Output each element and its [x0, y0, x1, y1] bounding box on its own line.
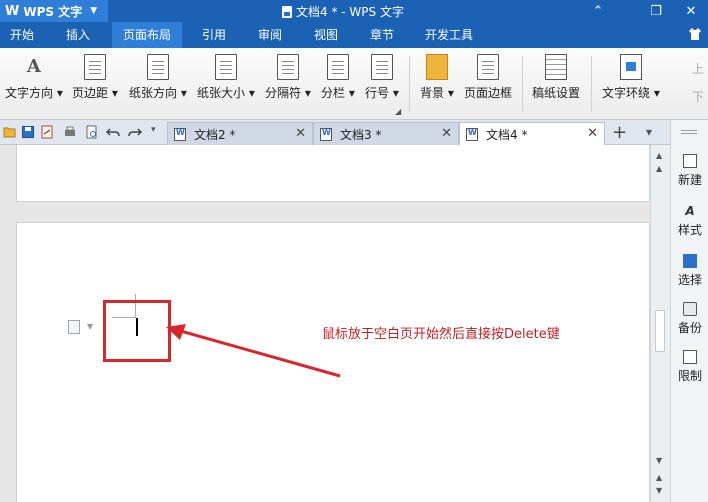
close-window-button[interactable]: ✕ [674, 0, 708, 22]
tab-start[interactable]: 开始 [0, 22, 44, 48]
scroll-up-icon[interactable]: ▲ [656, 151, 662, 160]
close-tab-icon[interactable]: ✕ [587, 126, 598, 141]
ribbon-divider [409, 56, 410, 112]
tab-review[interactable]: 审阅 [248, 22, 292, 48]
text-direction-icon [23, 54, 45, 80]
columns-button[interactable]: 分栏 ▾ [321, 54, 355, 101]
margins-icon [83, 54, 106, 80]
breaks-button[interactable]: 分隔符 ▾ [265, 54, 311, 101]
page-border-button[interactable]: 页面边框 [464, 54, 512, 101]
text-wrap-button[interactable]: 文字环绕 ▾ [602, 54, 660, 101]
ribbon-divider [522, 56, 523, 112]
paragraph-layout-icon[interactable] [68, 320, 80, 334]
task-pane: 新建 A 样式 选择 备份 限制 [670, 120, 708, 502]
paper-size-button[interactable]: 纸张大小 ▾ [197, 54, 255, 101]
app-menu-label: WPS 文字 [23, 4, 83, 19]
title-bar: W WPS 文字 ▼ 文档4 * - WPS 文字 ⌃ ❐ ✕ [0, 0, 708, 22]
styles-icon: A [685, 204, 695, 218]
task-styles-button[interactable]: A 样式 [671, 204, 708, 238]
task-select-button[interactable]: 选择 [671, 254, 708, 288]
previous-page[interactable] [16, 145, 650, 202]
restore-button[interactable]: ❐ [639, 0, 673, 22]
document-tab-bar: ▾ 文档2 * ✕ 文档3 * ✕ 文档4 * ✕ + ▾ [0, 120, 670, 145]
manuscript-button[interactable]: 稿纸设置 [532, 54, 580, 101]
next-page-icon[interactable]: ▼ [656, 486, 662, 495]
background-icon [425, 54, 448, 80]
close-tab-icon[interactable]: ✕ [295, 126, 306, 141]
columns-icon [326, 54, 349, 80]
wps-app-menu[interactable]: W WPS 文字 ▼ [0, 0, 108, 22]
close-tab-icon[interactable]: ✕ [441, 126, 452, 141]
scroll-down-icon[interactable]: ▼ [656, 456, 662, 465]
tab-list-menu-icon[interactable]: ▾ [646, 125, 652, 139]
scrollbar-thumb[interactable] [655, 310, 665, 352]
scroll-up-small-icon[interactable]: ▲ [656, 164, 662, 173]
orientation-icon [146, 54, 169, 80]
orientation-button[interactable]: 纸张方向 ▾ [129, 54, 187, 101]
document-icon [282, 5, 292, 18]
task-new-button[interactable]: 新建 [671, 154, 708, 188]
save-icon[interactable] [21, 125, 35, 139]
open-folder-icon[interactable] [3, 125, 17, 139]
ribbon-divider [591, 56, 592, 112]
window-title: 文档4 * - WPS 文字 [282, 3, 404, 20]
pane-handle-icon[interactable] [681, 130, 697, 131]
word-doc-icon [174, 127, 186, 141]
task-backup-button[interactable]: 备份 [671, 302, 708, 336]
customize-toolbar-chevron-icon[interactable]: ▾ [151, 125, 156, 135]
vertical-scrollbar[interactable]: ▲ ▲ ▼ ▲ ▼ [650, 145, 670, 502]
prev-page-icon[interactable]: ▲ [656, 473, 662, 482]
doc-tab-4[interactable]: 文档4 * ✕ [459, 122, 605, 145]
tab-references[interactable]: 引用 [192, 22, 236, 48]
chevron-down-icon[interactable]: ▼ [87, 322, 93, 331]
task-restrict-button[interactable]: 限制 [671, 350, 708, 384]
line-numbers-button[interactable]: 行号 ▾ [365, 54, 399, 101]
paper-size-icon [214, 54, 237, 80]
select-icon [683, 254, 697, 268]
word-doc-icon [320, 127, 332, 141]
new-document-icon [683, 154, 697, 168]
chevron-down-icon: ▼ [90, 6, 98, 16]
word-doc-icon [466, 127, 478, 141]
ribbon: 文字方向 ▾ 页边距 ▾ 纸张方向 ▾ 纸张大小 ▾ 分隔符 ▾ 分栏 ▾ 行号… [0, 48, 708, 120]
wps-logo-icon: W [5, 3, 20, 19]
export-pdf-icon[interactable] [40, 125, 54, 139]
background-button[interactable]: 背景 ▾ [420, 54, 454, 101]
breaks-icon [276, 54, 299, 80]
manuscript-icon [545, 54, 567, 80]
line-numbers-icon [370, 54, 393, 80]
backup-icon [683, 302, 697, 316]
doc-tab-2[interactable]: 文档2 * ✕ [167, 122, 313, 145]
annotation-text: 鼠标放于空白页开始然后直接按Delete键 [322, 327, 560, 342]
tab-insert[interactable]: 插入 [56, 22, 100, 48]
minimize-button[interactable]: ⌃ [581, 0, 615, 22]
text-wrap-icon [619, 54, 642, 80]
new-tab-plus-icon[interactable]: + [612, 122, 627, 143]
tab-chapter[interactable]: 章节 [360, 22, 404, 48]
restrict-icon [683, 350, 697, 364]
tab-developer[interactable]: 开发工具 [416, 22, 482, 48]
tab-view[interactable]: 视图 [304, 22, 348, 48]
text-direction-button[interactable]: 文字方向 ▾ [5, 54, 63, 101]
page-setup-launcher-icon[interactable]: ◢ [395, 107, 401, 116]
print-icon[interactable] [63, 125, 77, 139]
page-border-icon [477, 54, 499, 80]
menu-bar: 开始 插入 页面布局 引用 审阅 视图 章节 开发工具 [0, 22, 708, 48]
send-backward-button[interactable]: 下 [692, 88, 704, 105]
undo-icon[interactable] [106, 125, 120, 139]
tab-page-layout[interactable]: 页面布局 [112, 22, 182, 48]
skin-shirt-icon[interactable] [688, 27, 702, 41]
print-preview-icon[interactable] [85, 125, 99, 139]
redo-icon[interactable] [128, 125, 142, 139]
margins-button[interactable]: 页边距 ▾ [72, 54, 118, 101]
bring-forward-button[interactable]: 上 [692, 60, 704, 77]
doc-tab-3[interactable]: 文档3 * ✕ [313, 122, 459, 145]
